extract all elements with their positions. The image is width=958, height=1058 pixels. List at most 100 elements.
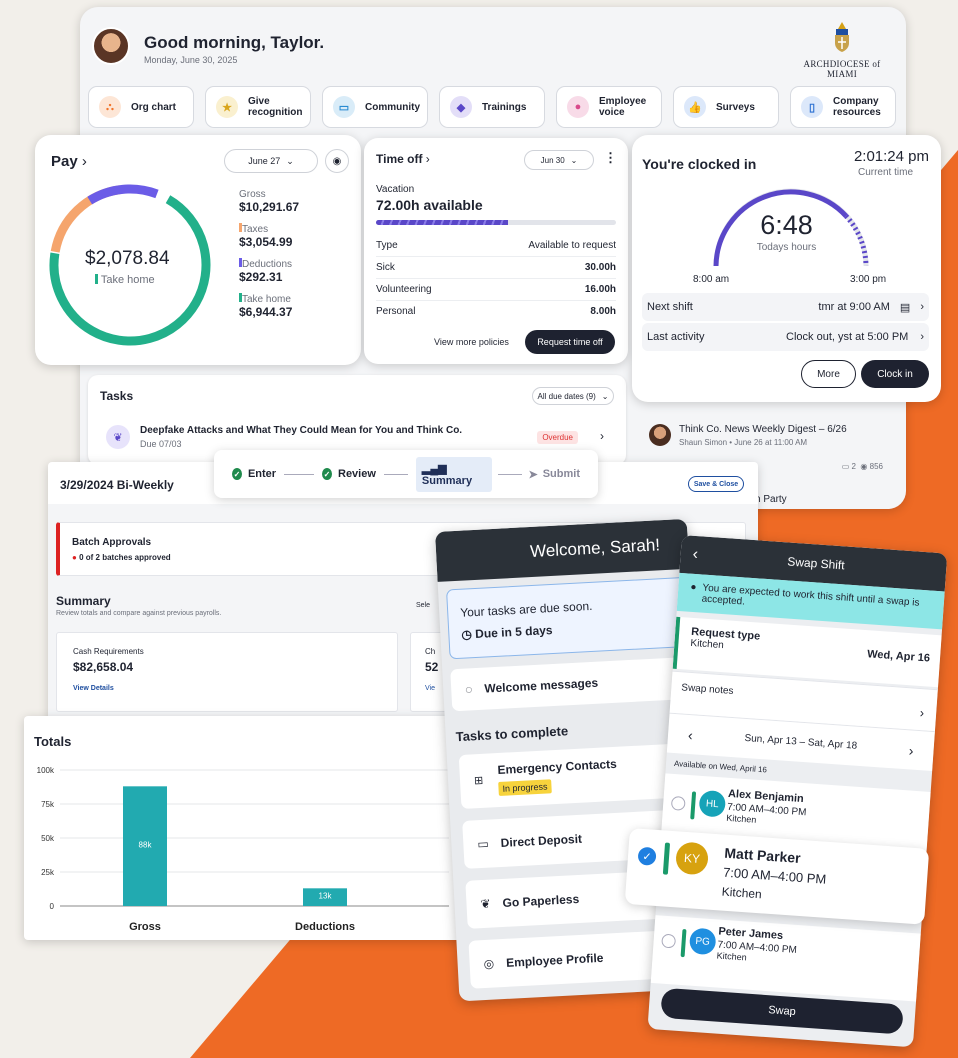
clock-in-button[interactable]: Clock in xyxy=(861,360,929,388)
profile-icon: ◎ xyxy=(483,956,495,972)
request-time-off-button[interactable]: Request time off xyxy=(525,330,615,354)
leaf-icon: ❦ xyxy=(106,425,130,449)
eye-icon: ◉ xyxy=(860,462,868,471)
due-soon-card[interactable]: Your tasks are due soon. ◷ Due in 5 days xyxy=(446,576,690,660)
last-activity-row[interactable]: Last activity Clock out, yst at 5:00 PM › xyxy=(642,323,929,351)
pay-amount-label: Take home xyxy=(95,274,155,286)
step-submit[interactable]: Submit xyxy=(543,468,580,480)
send-icon: ➤ xyxy=(528,468,538,481)
chevron-right-icon: › xyxy=(600,429,604,443)
radio-button[interactable] xyxy=(670,795,686,811)
cash-requirements-card: Cash Requirements $82,658.04 View Detail… xyxy=(56,632,398,712)
chevron-down-icon: ⌄ xyxy=(570,155,578,165)
vacation-label: Vacation xyxy=(376,184,415,195)
y-tick-label: 75k xyxy=(41,800,55,809)
news-stats: ▭ 2 ◉ 856 xyxy=(841,462,883,471)
emergency-contacts-item[interactable]: ⊞ Emergency Contacts In progress xyxy=(458,742,698,809)
quick-action-employee-voice[interactable]: ● Employee voice xyxy=(556,86,662,128)
in-progress-badge: In progress xyxy=(498,779,552,797)
first-aid-icon: ⊞ xyxy=(473,774,484,788)
tasks-filter-dropdown[interactable]: All due dates (9) ⌄ xyxy=(532,387,614,405)
totals-bar-chart: 0 25k 50k 75k 100k 88k Gross 13k Deductions xyxy=(37,766,449,933)
check-icon: ✓ xyxy=(322,468,332,480)
todays-hours-label: Todays hours xyxy=(756,242,817,253)
time-off-period-dropdown[interactable]: Jun 30 ⌄ xyxy=(524,150,594,170)
select-label: Sele xyxy=(416,602,431,609)
payroll-stepper: ✓ Enter ✓ Review ▂▄▆ Summary ➤ Submit xyxy=(214,450,598,498)
bank-card-icon: ▭ xyxy=(477,836,490,852)
next-week-icon[interactable]: › xyxy=(908,742,914,758)
more-button[interactable]: More xyxy=(801,360,856,388)
take-home-label: Take home xyxy=(242,294,291,305)
view-more-policies-link[interactable]: View more policies xyxy=(434,337,509,347)
pay-title[interactable]: Pay › xyxy=(51,153,87,170)
col-type-header: Type xyxy=(376,240,398,251)
quick-action-community[interactable]: ▭ Community xyxy=(322,86,428,128)
radio-button[interactable] xyxy=(661,933,677,949)
news-title: Think Co. News Weekly Digest – 6/26 xyxy=(679,424,847,435)
more-options-icon[interactable]: ⋮ xyxy=(604,150,617,166)
time-off-table: Type Available to request Sick 30.00h Volu… xyxy=(376,235,616,322)
quick-action-trainings[interactable]: ◆ Trainings xyxy=(439,86,545,128)
quick-action-give-recognition[interactable]: ★ Give recognition xyxy=(205,86,311,128)
news-snippet: n Party xyxy=(755,494,787,505)
welcome-title: Welcome, Sarah! xyxy=(529,535,661,562)
avatar: PG xyxy=(688,927,717,956)
start-time: 8:00 am xyxy=(693,274,730,285)
chevron-right-icon: › xyxy=(920,331,924,343)
vacation-progress xyxy=(376,220,616,225)
avatar[interactable] xyxy=(92,27,130,65)
checkbox-checked-icon[interactable]: ✓ xyxy=(637,846,657,866)
totals-title: Totals xyxy=(34,734,72,749)
gross-value: $10,291.67 xyxy=(239,200,300,214)
welcome-messages-item[interactable]: ◌ Welcome messages xyxy=(450,656,693,712)
task-item[interactable]: ❦ Deepfake Attacks and What They Could M… xyxy=(106,423,608,453)
batch-title: Batch Approvals xyxy=(72,537,152,548)
view-details-link[interactable]: View Details xyxy=(73,685,114,692)
prev-week-icon[interactable]: ‹ xyxy=(688,726,694,742)
document-icon: ▤ xyxy=(899,301,911,314)
gross-label: Gross xyxy=(239,189,266,200)
step-review[interactable]: Review xyxy=(338,468,376,480)
y-tick-label: 100k xyxy=(37,766,55,775)
current-time: 2:01:24 pm xyxy=(853,148,929,165)
microphone-icon: ● xyxy=(567,96,589,118)
time-off-title[interactable]: Time off › xyxy=(376,152,430,166)
thumbs-up-icon: 👍 xyxy=(684,96,706,118)
swap-title: Swap Shift xyxy=(786,554,846,573)
chevron-down-icon: ⌄ xyxy=(601,391,609,401)
y-tick-label: 25k xyxy=(41,868,55,877)
bar-value-label: 13k xyxy=(319,891,333,900)
quick-action-org-chart[interactable]: ⛬ Org chart xyxy=(88,86,194,128)
current-time-label: Current time xyxy=(857,167,913,178)
clocked-in-title: You're clocked in xyxy=(642,156,757,172)
eye-icon: ◉ xyxy=(332,155,342,167)
avatar: KY xyxy=(674,841,710,876)
tasks-title: Tasks xyxy=(100,389,134,403)
time-off-card: Time off › Jun 30 ⌄ ⋮ Vacation 72.00h ava… xyxy=(364,138,628,364)
col-available-header: Available to request xyxy=(528,240,616,251)
error-icon: ● xyxy=(72,553,77,562)
swap-shift-screen: ‹ Swap Shift ● You are expected to work th… xyxy=(647,535,948,1048)
save-close-button[interactable]: Save & Close xyxy=(688,476,744,492)
take-home-value: $6,944.37 xyxy=(239,305,293,319)
next-shift-row[interactable]: Next shift tmr at 9:00 AM ▤ › xyxy=(642,293,929,321)
quick-action-surveys[interactable]: 👍 Surveys xyxy=(673,86,779,128)
taxes-value: $3,054.99 xyxy=(239,235,293,249)
pay-period-dropdown[interactable]: June 27 ⌄ xyxy=(224,149,318,173)
overdue-badge: Overdue xyxy=(537,431,578,444)
taxes-label: Taxes xyxy=(242,224,269,235)
time-off-row: Volunteering 16.00h xyxy=(376,279,616,301)
quick-action-company-resources[interactable]: ▯ Company resources xyxy=(790,86,896,128)
task-due: Due 07/03 xyxy=(140,439,182,449)
step-summary[interactable]: ▂▄▆ Summary xyxy=(415,456,493,492)
step-enter[interactable]: Enter xyxy=(248,468,276,480)
chevron-right-icon: › xyxy=(920,301,924,313)
tasks-heading: Tasks to complete xyxy=(455,723,569,745)
crest-icon xyxy=(835,22,849,52)
time-off-row: Personal 8.00h xyxy=(376,306,616,317)
bar-value-label: 88k xyxy=(139,841,153,850)
time-off-row: Sick 30.00h xyxy=(376,257,616,279)
star-icon: ★ xyxy=(216,96,238,118)
visibility-toggle[interactable]: ◉ xyxy=(325,149,349,173)
